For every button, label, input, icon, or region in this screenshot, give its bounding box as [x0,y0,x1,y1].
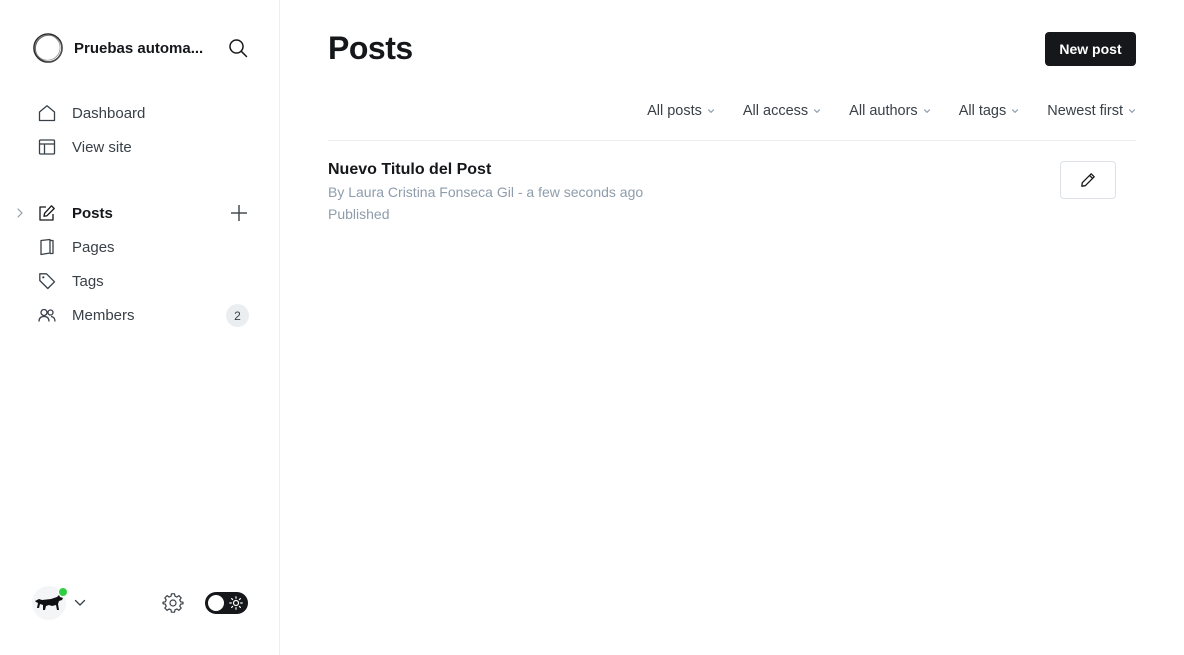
site-logo-icon[interactable] [32,32,64,64]
layout-icon [38,138,56,156]
nav-item-view-site[interactable]: View site [0,130,280,164]
nav-label-pages: Pages [72,238,115,256]
caret-down-icon [707,109,714,114]
caret-down-icon [923,109,930,114]
nav-item-tags[interactable]: Tags [0,264,280,298]
nav-label-tags: Tags [72,272,104,290]
filter-tags-label: All tags [958,103,1007,119]
filter-post-type-label: All posts [647,103,702,119]
filter-access-label: All access [742,103,809,119]
post-filters: All posts All access All authors All tag… [619,100,1136,122]
post-list-item[interactable]: Nuevo Titulo del Post By Laura Cristina … [328,158,1136,230]
nav-item-pages[interactable]: Pages [0,230,280,264]
post-status: Published [328,206,390,222]
new-post-button[interactable]: New post [1045,32,1136,66]
gear-icon[interactable] [162,592,184,614]
search-icon[interactable] [228,38,248,58]
members-icon [38,306,56,324]
chevron-right-icon[interactable] [14,207,26,219]
caret-down-icon [814,109,821,114]
site-header: Pruebas automa... [32,32,248,64]
main-content: Posts New post All posts All access All … [280,0,1184,655]
tag-icon [38,272,56,290]
filter-tags[interactable]: All tags [959,103,1020,119]
nav-item-posts[interactable]: Posts [0,196,280,230]
post-title[interactable]: Nuevo Titulo del Post [328,161,491,179]
nav-item-dashboard[interactable]: Dashboard [0,96,280,130]
list-divider [328,140,1136,141]
site-title[interactable]: Pruebas automa... [74,40,214,57]
filter-order-label: Newest first [1047,103,1123,119]
caret-down-icon [1128,109,1136,114]
nav-label-members: Members [72,306,135,324]
filter-authors-label: All authors [849,103,918,119]
filter-access[interactable]: All access [743,103,821,119]
sun-icon [229,596,243,610]
nav-label-dashboard: Dashboard [72,104,146,122]
sidebar: Pruebas automa... Dashboard View site Po… [0,0,280,655]
online-status-dot [58,587,68,597]
primary-nav: Dashboard View site [0,96,280,164]
filter-authors[interactable]: All authors [849,103,931,119]
toggle-knob [208,595,224,611]
nav-label-posts: Posts [72,204,113,222]
home-icon [38,104,56,122]
nav-item-members[interactable]: Members 2 [0,298,280,332]
page-title: Posts [328,30,413,66]
sidebar-footer [32,586,248,620]
theme-toggle[interactable] [205,592,248,614]
pencil-icon [1081,173,1095,187]
edit-post-button[interactable] [1060,161,1116,199]
filter-post-type[interactable]: All posts [647,103,715,119]
pencil-square-icon [38,204,56,222]
content-nav: Posts Pages Tags Members 2 [0,196,280,332]
user-avatar[interactable] [32,586,68,620]
filter-order[interactable]: Newest first [1047,103,1136,119]
page-icon [38,238,56,256]
members-count-badge: 2 [226,304,249,327]
post-meta: By Laura Cristina Fonseca Gil - a few se… [328,184,644,200]
chevron-down-icon[interactable] [74,597,86,609]
add-post-icon[interactable] [229,203,249,223]
caret-down-icon [1012,109,1019,114]
nav-label-view-site: View site [72,138,132,156]
